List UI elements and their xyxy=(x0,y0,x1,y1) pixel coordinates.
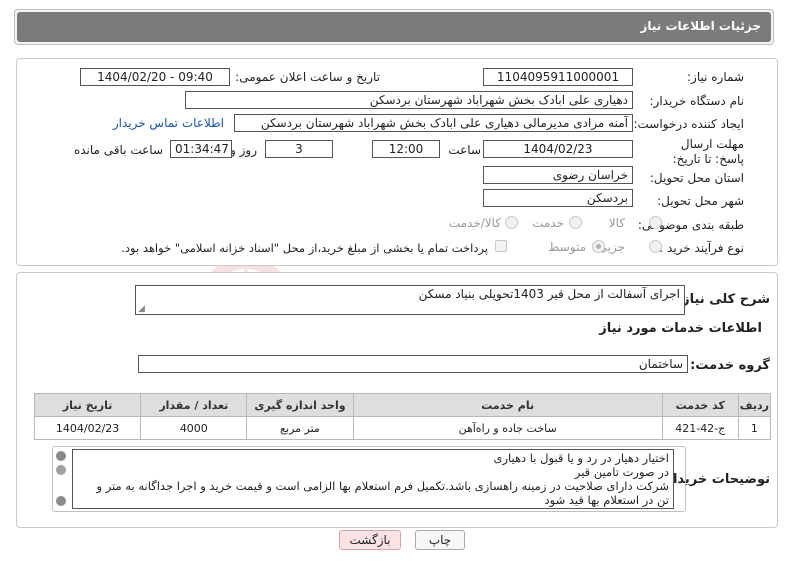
category-radio-service[interactable] xyxy=(569,216,582,229)
notes-scrollbar[interactable] xyxy=(54,449,68,509)
category-option-service: خدمت xyxy=(532,216,564,230)
table-header-row: ردیف کد خدمت نام خدمت واحد اندازه گیری ت… xyxy=(33,393,772,417)
scroll-thumb[interactable] xyxy=(56,465,66,475)
purchase-radio-minor[interactable] xyxy=(649,240,662,253)
buyer-notes-field[interactable]: اختیار دهیار در رد و یا قبول با دهیاری د… xyxy=(72,449,674,509)
city-label: شهر محل تحویل: xyxy=(657,194,744,208)
deadline-days-label: روز و xyxy=(230,143,257,157)
cell-need-date: 1404/02/23 xyxy=(33,416,142,440)
services-table: ردیف کد خدمت نام خدمت واحد اندازه گیری ت… xyxy=(33,393,772,440)
cell-quantity: 4000 xyxy=(140,416,248,440)
services-section-title: اطلاعات خدمات مورد نیاز xyxy=(599,321,762,336)
resize-grip-icon: ◢ xyxy=(138,304,145,314)
treasury-checkbox[interactable] xyxy=(495,240,507,252)
requester-field: آمنه مرادی مدیرمالی دهیاری علی ابادک بخش… xyxy=(234,114,633,132)
service-group-label: گروه خدمت: xyxy=(690,358,770,373)
city-field: بردسکن xyxy=(483,189,633,207)
deadline-time-label: ساعت xyxy=(448,143,481,157)
announce-datetime-field: 1404/02/20 - 09:40 xyxy=(80,68,230,86)
need-number-label: شماره نیاز: xyxy=(687,70,744,84)
scroll-up-icon[interactable] xyxy=(56,451,66,461)
table-row: 1 ج-42-421 ساخت جاده و راه‌آهن متر مربع … xyxy=(33,416,772,440)
remaining-time-field: 01:34:47 xyxy=(170,140,232,158)
purchase-option-medium: متوسط xyxy=(548,240,586,254)
col-header-name: نام خدمت xyxy=(352,393,663,417)
scroll-down-icon[interactable] xyxy=(56,496,66,506)
deadline-label: مهلت ارسال پاسخ: تا تاریخ: xyxy=(672,137,744,166)
buyer-org-label: نام دستگاه خریدار: xyxy=(649,94,745,108)
purchase-type-label: نوع فرآیند خرید : xyxy=(659,241,744,255)
category-option-goods: کالا xyxy=(608,216,625,230)
header-bar: جزئیات اطلاعات نیاز xyxy=(17,12,771,42)
col-header-quantity: تعداد / مقدار xyxy=(140,393,248,417)
deadline-date-field: 1404/02/23 xyxy=(483,140,633,158)
col-header-date: تاریخ نیاز xyxy=(33,393,142,417)
buyer-notes-line: در صورت تامین قیر xyxy=(574,465,669,479)
deadline-time-field: 12:00 xyxy=(372,140,440,158)
summary-field: اجرای آسفالت از محل قیر 1403تحویلی بنیاد… xyxy=(135,285,685,315)
service-group-field: ساختمان xyxy=(138,355,688,373)
back-button[interactable]: بازگشت xyxy=(339,530,401,550)
need-number-field: 1104095911000001 xyxy=(483,68,633,86)
col-header-unit: واحد اندازه گیری xyxy=(246,393,354,417)
header-panel: جزئیات اطلاعات نیاز xyxy=(14,9,774,45)
requester-label: ایجاد کننده درخواست: xyxy=(633,117,744,131)
category-option-goods-service: کالا/خدمت xyxy=(448,216,501,230)
announce-datetime-label: تاریخ و ساعت اعلان عمومی: xyxy=(235,70,380,84)
page-title: جزئیات اطلاعات نیاز xyxy=(640,19,761,33)
buyer-notes-line: تن در استعلام بها قید شود xyxy=(544,493,669,507)
col-header-row: ردیف xyxy=(737,393,772,417)
summary-text: اجرای آسفالت از محل قیر 1403تحویلی بنیاد… xyxy=(418,287,680,301)
province-field: خراسان رضوی xyxy=(483,166,633,184)
cell-service-code: ج-42-421 xyxy=(661,416,739,440)
cell-service-name: ساخت جاده و راه‌آهن xyxy=(352,416,663,440)
buyer-org-field: دهیاری علی ابادک بخش شهراباد شهرستان برد… xyxy=(185,91,633,109)
buyer-contact-link[interactable]: اطلاعات تماس خریدار xyxy=(113,116,224,130)
province-label: استان محل تحویل: xyxy=(649,171,744,185)
print-button[interactable]: چاپ xyxy=(415,530,465,550)
cell-row-number: 1 xyxy=(737,416,772,440)
category-radio-goods[interactable] xyxy=(649,216,662,229)
buyer-notes-line: اختیار دهیار در رد و یا قبول با دهیاری xyxy=(493,451,669,465)
buyer-notes-line: شرکت دارای صلاحیت در زمینه راهسازی باشد.… xyxy=(96,479,670,493)
treasury-note: پرداخت تمام یا بخشی از مبلغ خرید،از محل … xyxy=(121,241,488,255)
remaining-time-label: ساعت باقی مانده xyxy=(73,143,163,157)
cell-unit: متر مربع xyxy=(246,416,354,440)
category-radio-goods-service[interactable] xyxy=(505,216,518,229)
deadline-days-field: 3 xyxy=(265,140,333,158)
purchase-radio-medium[interactable] xyxy=(592,240,605,253)
summary-label: شرح کلی نیاز: xyxy=(676,292,770,307)
col-header-code: کد خدمت xyxy=(661,393,739,417)
